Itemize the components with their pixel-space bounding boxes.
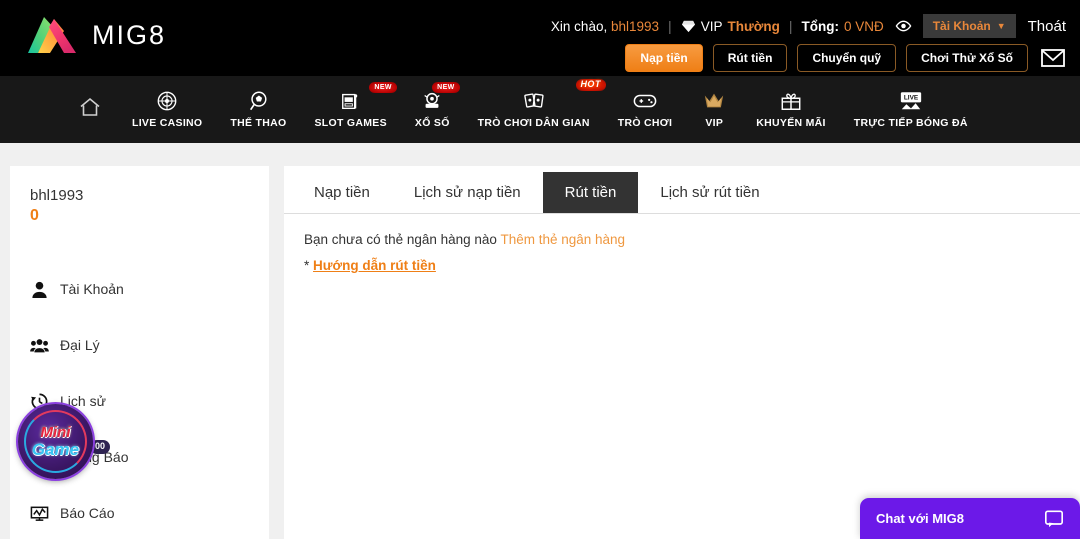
greeting-username: bhl1993 xyxy=(611,19,659,34)
balance-total: Tổng: 0 VNĐ xyxy=(801,19,883,34)
sidebar-item-dai-ly[interactable]: Đại Lý xyxy=(10,317,269,373)
lottery-icon xyxy=(421,90,443,112)
tab-rut-tien[interactable]: Rút tiền xyxy=(543,172,639,214)
transfer-funds-button[interactable]: Chuyển quỹ xyxy=(797,44,896,72)
vip-status: VIP Thường xyxy=(681,19,780,34)
mini-game-label-top: Mini xyxy=(41,425,71,440)
badge-hot: HOT xyxy=(576,79,606,91)
cards-icon xyxy=(523,90,545,112)
mini-game-label-bottom: Game xyxy=(32,441,79,458)
nav-label-live-casino: LIVE CASINO xyxy=(132,117,202,129)
badge-new-lottery: NEW xyxy=(432,82,460,93)
chat-bubble-icon xyxy=(1044,509,1064,529)
nav-label-tro-choi-dan-gian: TRÒ CHƠI DÂN GIAN xyxy=(478,117,590,129)
diamond-icon xyxy=(681,20,696,33)
home-icon xyxy=(78,95,102,119)
main-navigation: LIVE CASINO THỂ THAO NEW SLOT GAMES NEW xyxy=(0,76,1080,143)
withdraw-panel-body: Bạn chưa có thẻ ngân hàng nào Thêm thẻ n… xyxy=(284,214,1080,273)
nav-label-slot-games: SLOT GAMES xyxy=(314,117,386,129)
main-content-panel: Nạp tiền Lịch sử nạp tiền Rút tiền Lịch … xyxy=(284,166,1080,539)
mini-game-widget[interactable]: Mini Game xyxy=(18,404,93,479)
slot-machine-icon xyxy=(340,90,362,112)
sidebar-balance: 0 xyxy=(30,207,269,225)
total-label: Tổng: xyxy=(801,19,838,34)
notification-count-badge: 00 xyxy=(90,440,110,454)
nav-item-khuyen-mai[interactable]: KHUYẾN MÃI xyxy=(742,76,840,143)
divider: | xyxy=(668,18,672,34)
greeting-prefix: Xin chào, xyxy=(551,19,607,34)
page-body: bhl1993 0 Tài Khoản xyxy=(0,143,1080,539)
nav-item-tro-choi[interactable]: TRÒ CHƠI xyxy=(604,76,687,143)
user-icon xyxy=(30,280,49,299)
nav-item-the-thao[interactable]: THỂ THAO xyxy=(216,76,300,143)
report-chart-icon xyxy=(30,504,49,523)
no-bank-card-text: Bạn chưa có thẻ ngân hàng nào xyxy=(304,232,497,247)
nav-label-truc-tiep-bong-da: TRỰC TIẾP BÓNG ĐÁ xyxy=(854,117,968,129)
eye-icon[interactable] xyxy=(895,20,912,32)
sidebar-item-bao-cao[interactable]: Báo Cáo xyxy=(10,485,269,539)
account-dropdown-label: Tài Khoản xyxy=(933,19,991,33)
logout-button[interactable]: Thoát xyxy=(1028,18,1066,35)
chevron-down-icon: ▼ xyxy=(997,21,1006,31)
tab-nap-tien[interactable]: Nạp tiền xyxy=(292,172,392,214)
gamepad-icon xyxy=(633,90,657,112)
nav-label-tro-choi: TRÒ CHƠI xyxy=(618,117,673,129)
gift-icon xyxy=(780,90,802,112)
try-lottery-button[interactable]: Chơi Thử Xổ Số xyxy=(906,44,1028,72)
tab-lich-su-rut-tien[interactable]: Lịch sử rút tiền xyxy=(638,172,781,214)
mailbox-button[interactable] xyxy=(1040,47,1066,69)
sidebar-label-tai-khoan: Tài Khoản xyxy=(60,281,124,297)
greeting: Xin chào, bhl1993 xyxy=(551,19,659,34)
withdraw-guide-row: * Hướng dẫn rút tiền xyxy=(304,258,1060,273)
chat-widget-label: Chat với MIG8 xyxy=(876,511,964,526)
live-tv-icon: LIVE xyxy=(899,90,923,112)
nav-label-khuyen-mai: KHUYẾN MÃI xyxy=(756,117,826,129)
vip-label: VIP xyxy=(701,19,723,34)
nav-item-truc-tiep-bong-da[interactable]: LIVE TRỰC TIẾP BÓNG ĐÁ xyxy=(840,76,982,143)
badge-new-slot: NEW xyxy=(369,82,397,93)
soccer-icon xyxy=(247,90,269,112)
sidebar-username: bhl1993 xyxy=(30,187,269,204)
site-header: MIG8 Xin chào, bhl1993 | VIP Thường | Tổ… xyxy=(0,0,1080,76)
crown-icon xyxy=(703,90,725,112)
logo-text: MIG8 xyxy=(92,22,166,49)
account-dropdown-button[interactable]: Tài Khoản ▼ xyxy=(923,14,1016,38)
nav-item-live-casino[interactable]: LIVE CASINO xyxy=(118,76,216,143)
sidebar-label-dai-ly: Đại Lý xyxy=(60,337,100,353)
tab-lich-su-nap-tien[interactable]: Lịch sử nạp tiền xyxy=(392,172,543,214)
deposit-button[interactable]: Nạp tiền xyxy=(625,44,702,72)
no-bank-card-row: Bạn chưa có thẻ ngân hàng nào Thêm thẻ n… xyxy=(304,232,1060,247)
sidebar-label-bao-cao: Báo Cáo xyxy=(60,505,114,521)
nav-item-home[interactable] xyxy=(62,76,118,143)
add-bank-card-link[interactable]: Thêm thẻ ngân hàng xyxy=(500,232,625,247)
sidebar-menu: Tài Khoản Đại Lý xyxy=(10,261,269,539)
chat-widget[interactable]: Chat với MIG8 xyxy=(860,498,1080,539)
nav-label-the-thao: THỂ THAO xyxy=(230,117,286,129)
envelope-icon xyxy=(1041,49,1065,67)
content-tabs: Nạp tiền Lịch sử nạp tiền Rút tiền Lịch … xyxy=(284,166,1080,214)
nav-item-vip[interactable]: VIP xyxy=(686,76,742,143)
header-account-bar: Xin chào, bhl1993 | VIP Thường | Tổng: 0… xyxy=(551,14,1066,38)
nav-label-vip: VIP xyxy=(705,117,723,129)
total-value: 0 VNĐ xyxy=(844,19,884,34)
withdraw-guide-link[interactable]: Hướng dẫn rút tiền xyxy=(313,258,436,273)
withdraw-button[interactable]: Rút tiền xyxy=(713,44,788,72)
site-logo[interactable]: MIG8 xyxy=(26,13,166,57)
svg-text:LIVE: LIVE xyxy=(904,95,919,102)
mig8-logo-mark xyxy=(26,13,84,57)
sidebar-item-tai-khoan[interactable]: Tài Khoản xyxy=(10,261,269,317)
vip-value: Thường xyxy=(727,19,779,34)
nav-item-xo-so[interactable]: NEW XỔ SỐ xyxy=(401,76,464,143)
roulette-icon xyxy=(156,90,178,112)
left-sidebar: bhl1993 0 Tài Khoản xyxy=(10,166,269,539)
divider-2: | xyxy=(789,18,793,34)
nav-item-tro-choi-dan-gian[interactable]: HOT TRÒ CHƠI DÂN GIAN xyxy=(464,76,604,143)
header-action-buttons: Nạp tiền Rút tiền Chuyển quỹ Chơi Thử Xổ… xyxy=(625,44,1066,72)
nav-item-slot-games[interactable]: NEW SLOT GAMES xyxy=(300,76,400,143)
users-icon xyxy=(30,336,49,355)
asterisk-mark: * xyxy=(304,258,309,273)
nav-label-xo-so: XỔ SỐ xyxy=(415,117,450,129)
sidebar-user-block: bhl1993 0 xyxy=(10,187,269,225)
